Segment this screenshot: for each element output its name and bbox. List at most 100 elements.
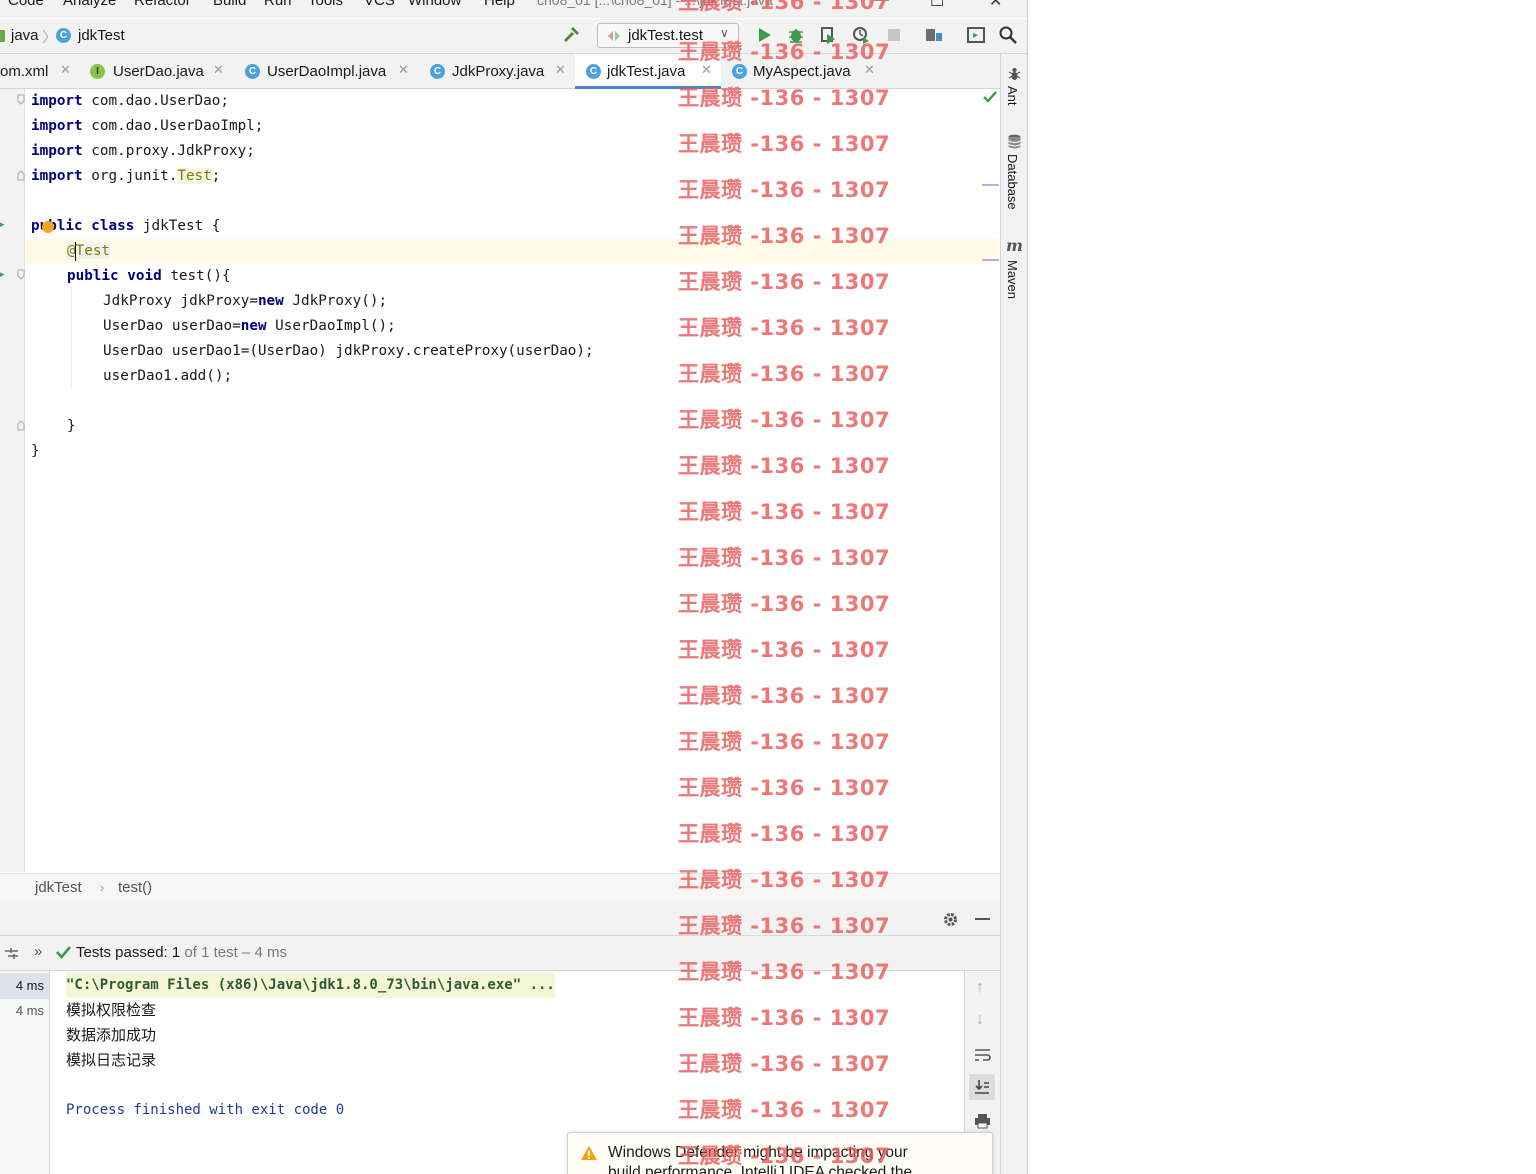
scroll-to-end-icon bbox=[975, 1080, 989, 1094]
close-tab-icon[interactable]: ✕ bbox=[60, 62, 71, 78]
run-window-header bbox=[0, 903, 1000, 936]
close-tab-icon[interactable]: ✕ bbox=[555, 62, 566, 78]
run-config-icon bbox=[608, 31, 620, 41]
menu-tools[interactable]: Tools bbox=[308, 0, 343, 9]
stop-icon[interactable] bbox=[884, 25, 904, 45]
code-line: UserDao userDao=new UserDaoImpl(); bbox=[103, 318, 396, 334]
project-structure-icon[interactable] bbox=[924, 25, 944, 45]
run-icon[interactable] bbox=[754, 25, 774, 45]
search-icon[interactable] bbox=[998, 25, 1018, 45]
error-stripe-marker[interactable] bbox=[982, 184, 999, 186]
intention-bulb-icon[interactable] bbox=[42, 221, 54, 233]
coverage-icon[interactable] bbox=[818, 25, 838, 45]
warning-icon bbox=[581, 1146, 597, 1160]
close-tab-icon[interactable]: ✕ bbox=[864, 62, 875, 78]
menu-refactor[interactable]: Refactor bbox=[134, 0, 191, 9]
tab-label: MyAspect.java bbox=[753, 63, 851, 80]
close-tab-icon[interactable]: ✕ bbox=[213, 62, 224, 78]
console-line: 模拟日志记录 bbox=[66, 1052, 157, 1069]
expand-more-icon[interactable]: » bbox=[34, 943, 42, 960]
nav-crumb-java[interactable]: java bbox=[11, 27, 39, 44]
profiler-icon[interactable] bbox=[851, 25, 871, 45]
code-editor[interactable]: import com.dao.UserDao; import com.dao.U… bbox=[25, 89, 1000, 872]
breadcrumb-method[interactable]: test() bbox=[118, 879, 152, 896]
print-icon[interactable] bbox=[974, 1113, 991, 1129]
class-icon: C bbox=[56, 28, 71, 43]
right-tool-bar: Ant Database m Maven bbox=[1000, 54, 1027, 1174]
menu-vcs[interactable]: VCS bbox=[364, 0, 395, 9]
menu-bar: Code Analyze Refactor Build Run Tools VC… bbox=[0, 0, 1027, 18]
close-window-icon[interactable]: ✕ bbox=[989, 0, 1002, 11]
breadcrumb-class[interactable]: jdkTest bbox=[35, 879, 82, 896]
fold-icon[interactable] bbox=[17, 94, 25, 106]
console-line: 数据添加成功 bbox=[66, 1027, 157, 1044]
minimize-icon[interactable]: — bbox=[873, 0, 889, 9]
menu-analyze[interactable]: Analyze bbox=[63, 0, 116, 9]
class-icon: C bbox=[430, 64, 445, 79]
console-command-line: "C:\Program Files (x86)\Java\jdk1.8.0_73… bbox=[66, 973, 555, 998]
fold-icon[interactable] bbox=[17, 169, 25, 181]
test-tree-row[interactable]: 4 ms bbox=[0, 998, 49, 1024]
window-title: ch08_01 [...\ch08_01] - ...\jdkTest.java bbox=[537, 0, 773, 8]
fold-icon[interactable] bbox=[17, 419, 25, 431]
tab-userdaoimpl[interactable]: C UserDaoImpl.java ✕ bbox=[236, 54, 416, 88]
build-hammer-icon[interactable] bbox=[562, 25, 582, 45]
test-tree: 4 ms 4 ms bbox=[0, 971, 50, 1174]
close-tab-icon[interactable]: ✕ bbox=[701, 62, 712, 78]
tab-label: jdkTest.java bbox=[607, 63, 686, 80]
close-tab-icon[interactable]: ✕ bbox=[398, 62, 409, 78]
error-stripe-marker[interactable] bbox=[982, 259, 999, 261]
code-content: import com.dao.UserDao; import com.dao.U… bbox=[25, 89, 594, 459]
menu-window[interactable]: Window bbox=[408, 0, 461, 9]
tab-myaspect[interactable]: C MyAspect.java ✕ bbox=[724, 54, 884, 88]
editor-tabs: om.xml ✕ I UserDao.java ✕ C UserDaoImpl.… bbox=[0, 54, 1000, 89]
checkmark-icon bbox=[56, 946, 71, 959]
current-line-highlight bbox=[25, 239, 1000, 264]
run-gutter-icon[interactable]: ▸ bbox=[0, 269, 5, 280]
arrow-down-icon[interactable]: ↓ bbox=[976, 1011, 984, 1029]
menu-code[interactable]: Code bbox=[8, 0, 44, 9]
tab-jdkproxy[interactable]: C JdkProxy.java ✕ bbox=[421, 54, 571, 88]
inspection-ok-icon[interactable] bbox=[983, 91, 997, 103]
code-line: JdkProxy jdkProxy=new JdkProxy(); bbox=[103, 293, 388, 309]
code-line: public void test(){ bbox=[67, 268, 231, 284]
test-tree-row[interactable]: 4 ms bbox=[0, 973, 49, 999]
sort-icon[interactable] bbox=[4, 946, 19, 961]
arrow-up-icon[interactable]: ↑ bbox=[976, 979, 984, 997]
code-line: import com.dao.UserDao; bbox=[31, 93, 229, 109]
tab-jdktest[interactable]: C jdkTest.java ✕ bbox=[575, 54, 721, 89]
maven-tool-button[interactable]: Maven bbox=[1005, 260, 1020, 299]
database-tool-button[interactable]: Database bbox=[1005, 154, 1020, 210]
maximize-icon[interactable]: ☐ bbox=[930, 0, 944, 11]
windows-defender-notification[interactable]: Windows Defender might be impacting your… bbox=[567, 1132, 993, 1174]
tab-pom-xml[interactable]: om.xml ✕ bbox=[0, 54, 80, 88]
soft-wrap-icon[interactable] bbox=[974, 1047, 991, 1062]
run-config-dropdown[interactable]: jdkTest.test ∨ bbox=[597, 23, 739, 48]
menu-help[interactable]: Help bbox=[484, 0, 515, 9]
tab-label: JdkProxy.java bbox=[452, 63, 545, 80]
run-toolbar: » Tests passed: 1 of 1 test – 4 ms bbox=[0, 936, 1000, 971]
tests-status: Tests passed: 1 of 1 test – 4 ms bbox=[76, 944, 287, 961]
ide-window: Code Analyze Refactor Build Run Tools VC… bbox=[0, 0, 1028, 1174]
run-anything-icon[interactable] bbox=[966, 25, 986, 45]
chevron-down-icon: ∨ bbox=[720, 26, 729, 40]
fold-icon[interactable] bbox=[17, 269, 25, 281]
interface-icon: I bbox=[90, 64, 105, 79]
menu-run[interactable]: Run bbox=[264, 0, 292, 9]
gear-icon[interactable] bbox=[942, 911, 959, 928]
menu-build[interactable]: Build bbox=[213, 0, 246, 9]
code-line: import org.junit.Test; bbox=[31, 168, 221, 184]
run-gutter-icon[interactable]: ▸ bbox=[0, 219, 5, 230]
ant-tool-button[interactable]: Ant bbox=[1005, 86, 1020, 106]
nav-crumb-jdktest[interactable]: jdkTest bbox=[78, 27, 125, 44]
minimize-panel-icon[interactable] bbox=[975, 918, 990, 920]
scroll-to-end-button[interactable] bbox=[969, 1074, 995, 1100]
tab-label: UserDao.java bbox=[113, 63, 204, 80]
class-icon: C bbox=[586, 64, 601, 79]
chevron-right-icon: › bbox=[100, 880, 105, 895]
debug-icon[interactable] bbox=[786, 25, 806, 45]
breadcrumb: jdkTest › test() bbox=[0, 873, 1000, 904]
tab-userdao[interactable]: I UserDao.java ✕ bbox=[82, 54, 232, 88]
tab-label: om.xml bbox=[0, 63, 49, 80]
code-line: userDao1.add(); bbox=[103, 368, 233, 384]
